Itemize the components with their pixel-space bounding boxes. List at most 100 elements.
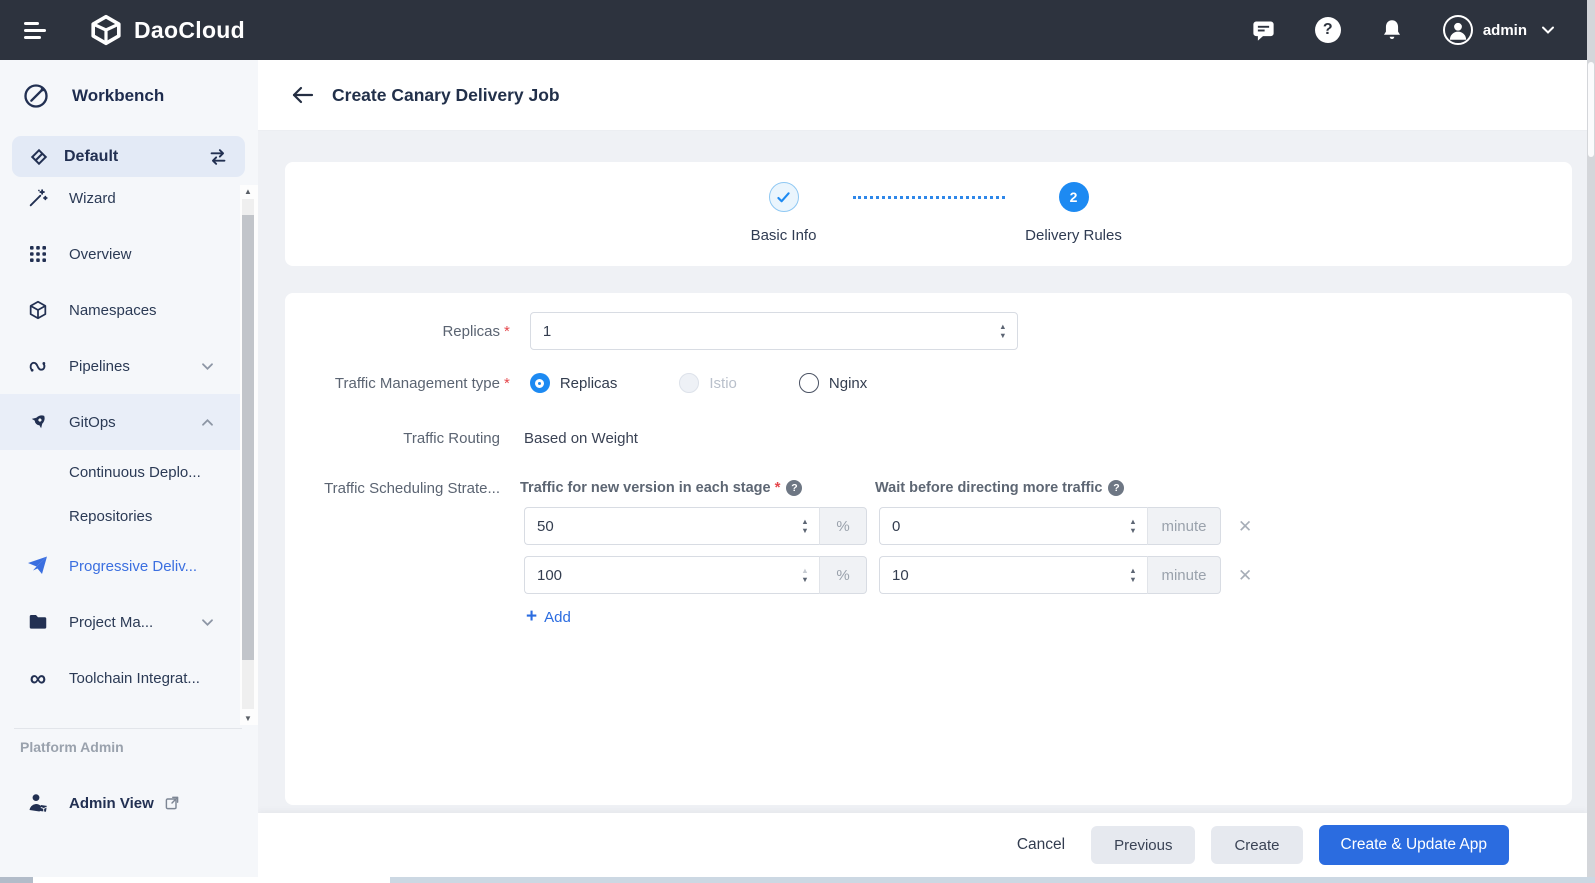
scrollbar-thumb[interactable] bbox=[242, 215, 254, 660]
sidebar-item-overview[interactable]: Overview bbox=[0, 226, 258, 282]
stepper-up-icon[interactable]: ▲ bbox=[801, 517, 808, 526]
hamburger-icon[interactable] bbox=[24, 18, 48, 43]
number-stepper[interactable]: ▲▼ bbox=[1121, 517, 1145, 535]
add-stage-button[interactable]: + Add bbox=[526, 608, 1572, 626]
window-horizontal-scrollbar[interactable] bbox=[0, 877, 1595, 883]
wait-input-group: ▲▼ minute bbox=[879, 556, 1221, 594]
stepper-up-icon[interactable]: ▲ bbox=[801, 566, 808, 575]
brand: DaoCloud bbox=[90, 14, 245, 46]
sidebar-item-admin-view[interactable]: Admin View bbox=[0, 782, 258, 824]
scroll-down-arrow[interactable]: ▼ bbox=[242, 712, 254, 724]
sidebar-item-project-management[interactable]: Project Ma... bbox=[0, 594, 258, 650]
chevron-down-icon bbox=[201, 618, 214, 627]
sidebar-scrollbar[interactable]: ▲ ▼ bbox=[240, 185, 258, 725]
previous-button[interactable]: Previous bbox=[1091, 826, 1195, 864]
help-circle-icon[interactable]: ? bbox=[786, 480, 802, 496]
step-delivery-rules: 2 Delivery Rules bbox=[1019, 182, 1129, 244]
traffic-column-header: Traffic for new version in each stage bbox=[520, 480, 771, 496]
sidebar-item-label: Namespaces bbox=[69, 302, 157, 319]
scroll-up-arrow[interactable]: ▲ bbox=[242, 185, 254, 197]
swap-icon[interactable] bbox=[207, 146, 229, 168]
create-and-update-app-button[interactable]: Create & Update App bbox=[1319, 825, 1510, 865]
number-stepper[interactable]: ▲▼ bbox=[1121, 566, 1145, 584]
sidebar-item-pipelines[interactable]: Pipelines bbox=[0, 338, 258, 394]
scheduling-row-1: ▲▼ % ▲▼ minute ✕ bbox=[524, 507, 1572, 545]
replicas-label: Replicas bbox=[285, 323, 500, 340]
stepper-down-icon[interactable]: ▼ bbox=[1129, 575, 1136, 584]
back-arrow-icon[interactable] bbox=[291, 85, 315, 105]
traffic-management-row: Traffic Management type * Replicas Istio… bbox=[285, 373, 1572, 393]
stepper-up-icon[interactable]: ▲ bbox=[999, 322, 1006, 331]
avatar[interactable]: admin bbox=[1443, 15, 1527, 45]
replicas-row: Replicas * ▲▼ bbox=[285, 312, 1572, 350]
stepper: Basic Info 2 Delivery Rules bbox=[285, 162, 1572, 244]
radio-istio: Istio bbox=[679, 373, 737, 393]
wand-icon bbox=[26, 187, 50, 209]
stepper-down-icon[interactable]: ▼ bbox=[1129, 526, 1136, 535]
radio-nginx[interactable]: Nginx bbox=[799, 373, 867, 393]
help-circle-icon[interactable]: ? bbox=[1108, 480, 1124, 496]
wait-input[interactable] bbox=[880, 518, 1121, 535]
sidebar-divider bbox=[14, 728, 242, 729]
percent-unit: % bbox=[819, 556, 867, 594]
stepper-down-icon[interactable]: ▼ bbox=[999, 331, 1006, 340]
traffic-input-group: ▲▼ % bbox=[524, 507, 867, 545]
traffic-input-group: ▲▼ % bbox=[524, 556, 867, 594]
radio-label: Istio bbox=[709, 375, 737, 392]
number-stepper[interactable]: ▲▼ bbox=[793, 566, 817, 584]
stepper-up-icon[interactable]: ▲ bbox=[1129, 566, 1136, 575]
chevron-down-icon[interactable] bbox=[1541, 25, 1555, 35]
sidebar-item-continuous-deployment[interactable]: Continuous Deplo... bbox=[0, 450, 258, 494]
sidebar-item-label: Overview bbox=[69, 246, 132, 263]
sidebar-item-label: Wizard bbox=[69, 190, 116, 207]
stepper-down-icon[interactable]: ▼ bbox=[801, 526, 808, 535]
sidebar-item-repositories[interactable]: Repositories bbox=[0, 494, 258, 538]
wait-input[interactable] bbox=[880, 567, 1121, 584]
scrollbar-thumb[interactable] bbox=[33, 877, 390, 883]
bell-icon[interactable] bbox=[1379, 17, 1405, 43]
page-header: Create Canary Delivery Job bbox=[258, 60, 1587, 130]
help-icon[interactable]: ? bbox=[1315, 17, 1341, 43]
minute-unit: minute bbox=[1147, 556, 1221, 594]
stepper-down-icon[interactable]: ▼ bbox=[801, 575, 808, 584]
sidebar-item-label: Toolchain Integrat... bbox=[69, 670, 200, 687]
window-vertical-scrollbar[interactable] bbox=[1587, 0, 1595, 883]
workbench-header[interactable]: Workbench bbox=[22, 82, 164, 110]
workspace-name: Default bbox=[64, 148, 118, 166]
sidebar-item-gitops[interactable]: GitOps bbox=[0, 394, 258, 450]
sidebar-item-wizard[interactable]: Wizard bbox=[0, 170, 258, 226]
bird-icon bbox=[26, 554, 50, 578]
traffic-input[interactable] bbox=[525, 518, 793, 535]
create-button[interactable]: Create bbox=[1211, 826, 1302, 864]
sidebar-item-progressive-delivery[interactable]: Progressive Deliv... bbox=[0, 538, 258, 594]
brand-name: DaoCloud bbox=[134, 17, 245, 44]
stepper-connector bbox=[853, 182, 1005, 212]
wait-input-group: ▲▼ minute bbox=[879, 507, 1221, 545]
workbench-label: Workbench bbox=[72, 86, 164, 106]
scrollbar-thumb[interactable] bbox=[1588, 62, 1594, 157]
step-number: 2 bbox=[1059, 182, 1089, 212]
replicas-input[interactable] bbox=[531, 323, 991, 340]
number-stepper[interactable]: ▲▼ bbox=[793, 517, 817, 535]
scrollbar-corner bbox=[0, 877, 33, 883]
scheduling-headers: Traffic for new version in each stage * … bbox=[520, 479, 1572, 496]
sidebar: Workbench Default Wizard bbox=[0, 60, 258, 883]
chat-icon[interactable] bbox=[1250, 17, 1277, 44]
required-marker: * bbox=[775, 479, 781, 496]
traffic-input[interactable] bbox=[525, 567, 793, 584]
number-stepper[interactable]: ▲▼ bbox=[991, 322, 1015, 340]
sidebar-item-namespaces[interactable]: Namespaces bbox=[0, 282, 258, 338]
workbench-icon bbox=[22, 82, 50, 110]
admin-view-label: Admin View bbox=[69, 795, 154, 812]
remove-row-icon[interactable]: ✕ bbox=[1238, 567, 1252, 584]
top-navbar: DaoCloud ? admin bbox=[0, 0, 1595, 60]
cancel-button[interactable]: Cancel bbox=[1017, 836, 1065, 854]
radio-replicas[interactable]: Replicas bbox=[530, 373, 618, 393]
remove-row-icon[interactable]: ✕ bbox=[1238, 518, 1252, 535]
sidebar-item-label: Progressive Deliv... bbox=[69, 558, 197, 575]
traffic-routing-value: Based on Weight bbox=[524, 430, 638, 447]
sidebar-item-toolchain-integration[interactable]: ∞ Toolchain Integrat... bbox=[0, 650, 258, 706]
stepper-up-icon[interactable]: ▲ bbox=[1129, 517, 1136, 526]
wait-column-header: Wait before directing more traffic bbox=[875, 480, 1102, 496]
traffic-routing-row: Traffic Routing Based on Weight bbox=[285, 430, 1572, 447]
